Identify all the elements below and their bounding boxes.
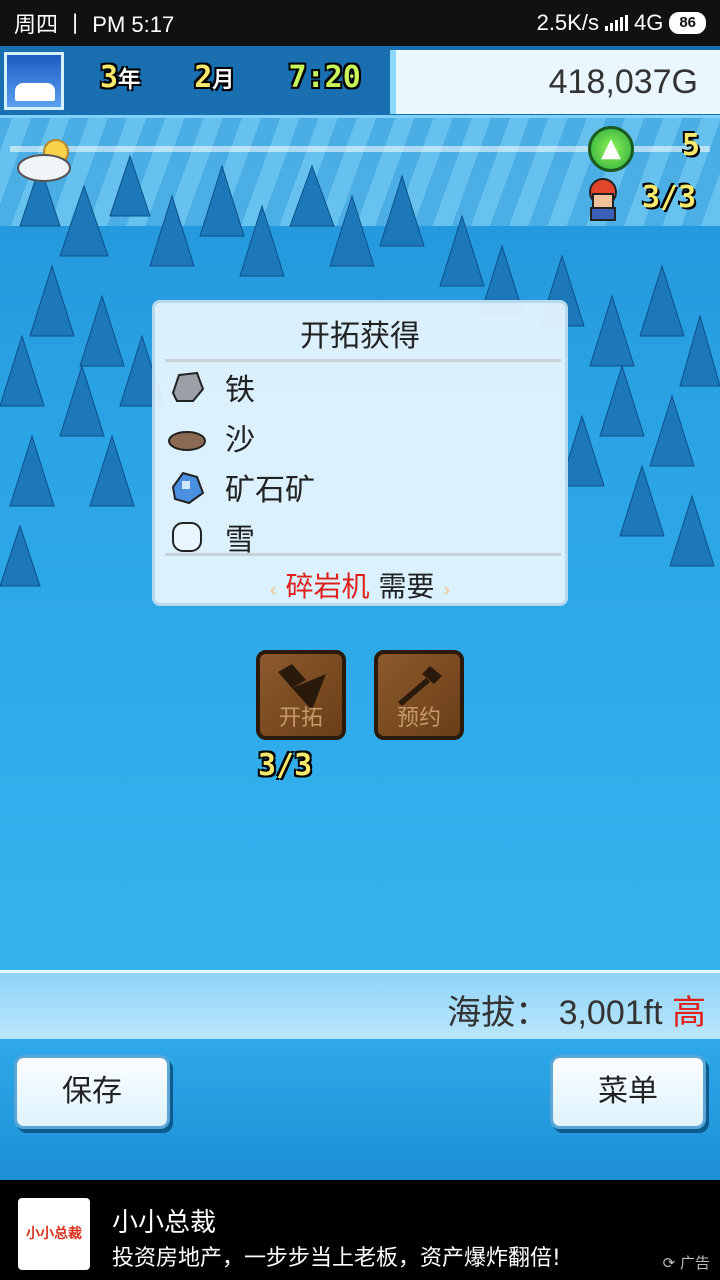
ad-tag-label: 广告: [679, 1254, 710, 1272]
save-button[interactable]: 保存: [14, 1055, 170, 1129]
develop-label: 开拓: [278, 706, 323, 731]
top-hud: 3年 2月 7:20 418,037G: [0, 46, 720, 118]
altitude-label: 海拔：: [447, 994, 550, 1032]
ad-tag: ⟳ 广告: [662, 1254, 710, 1272]
develop-button[interactable]: 开拓: [256, 650, 346, 740]
iron-ore-icon: [171, 371, 205, 402]
altitude-bar: 海拔： 3,001ft 高: [0, 970, 720, 1036]
yield-item-label: 矿石矿: [225, 473, 315, 508]
status-separator: 丨: [64, 12, 87, 37]
reserve-label: 预约: [396, 706, 441, 731]
reserve-button[interactable]: 预约: [374, 650, 464, 740]
altitude-value: 3,001ft: [558, 994, 663, 1032]
season-winter-icon[interactable]: [4, 52, 64, 110]
altitude-level: 高: [672, 994, 706, 1032]
exp-count: 5: [682, 128, 701, 163]
popup-divider: [165, 553, 561, 556]
status-bar: 周四 丨 PM 5:17 2.5K/s 4G 86: [0, 0, 720, 46]
year-unit: 年: [118, 68, 141, 93]
popup-divider: [165, 359, 561, 362]
yield-item-label: 铁: [225, 373, 255, 408]
requirement-text: ‹ 碎岩机 需要 ›: [155, 565, 565, 605]
cloudy-weather-icon: [17, 139, 71, 182]
status-day: 周四: [14, 12, 59, 37]
altitude-display: 海拔： 3,001ft 高: [447, 985, 706, 1034]
ad-title[interactable]: 小小总裁: [112, 1202, 216, 1239]
clock-value: 7:20: [288, 60, 361, 95]
required-tool: 碎岩机: [285, 570, 370, 603]
money-display: 418,037G: [390, 50, 720, 114]
develop-count: 3/3: [258, 748, 313, 783]
arrow-right-icon: ›: [443, 580, 451, 601]
month-value: 2: [194, 60, 213, 95]
develop-yield-popup: 开拓获得 铁 沙 矿石矿 雪 ‹ 碎岩机 需要 ›: [152, 300, 568, 606]
yield-item: 矿石矿: [167, 463, 315, 511]
signal-icon: [604, 15, 628, 31]
ad-description[interactable]: 投资房地产，一步步当上老板，资产爆炸翻倍!: [112, 1240, 561, 1272]
ore-deposit-icon: [171, 471, 205, 505]
yield-item: 铁: [167, 363, 255, 411]
ad-banner[interactable]: 小小总裁 小小总裁 投资房地产，一步步当上老板，资产爆炸翻倍! ⟳ 广告: [0, 1180, 720, 1280]
worker-count: 3/3: [642, 180, 697, 215]
menu-button[interactable]: 菜单: [550, 1055, 706, 1129]
status-left: 周四 丨 PM 5:17: [14, 7, 174, 39]
status-right: 2.5K/s 4G 86: [537, 10, 706, 36]
game-date: 3年 2月 7:20: [100, 60, 361, 95]
year-value: 3: [100, 60, 119, 95]
month-unit: 月: [212, 68, 235, 93]
yield-item: 沙: [167, 413, 255, 461]
bottom-panel: 保存 菜单: [0, 1036, 720, 1180]
status-ampm: PM: [92, 12, 126, 37]
network-type: 4G: [633, 10, 664, 35]
battery-icon: 86: [669, 12, 706, 34]
arrow-left-icon: ‹: [269, 580, 277, 601]
ad-logo[interactable]: 小小总裁: [18, 1198, 90, 1270]
popup-title: 开拓获得: [300, 319, 420, 354]
level-up-arrow-icon[interactable]: ▲: [588, 126, 634, 172]
net-speed: 2.5K/s: [536, 10, 599, 35]
sand-icon: [168, 431, 206, 451]
yield-item-label: 沙: [225, 423, 255, 458]
status-time: 5:17: [131, 12, 175, 37]
required-suffix: 需要: [378, 570, 435, 603]
snow-icon: [172, 522, 202, 552]
worker-avatar-icon[interactable]: [584, 178, 622, 222]
